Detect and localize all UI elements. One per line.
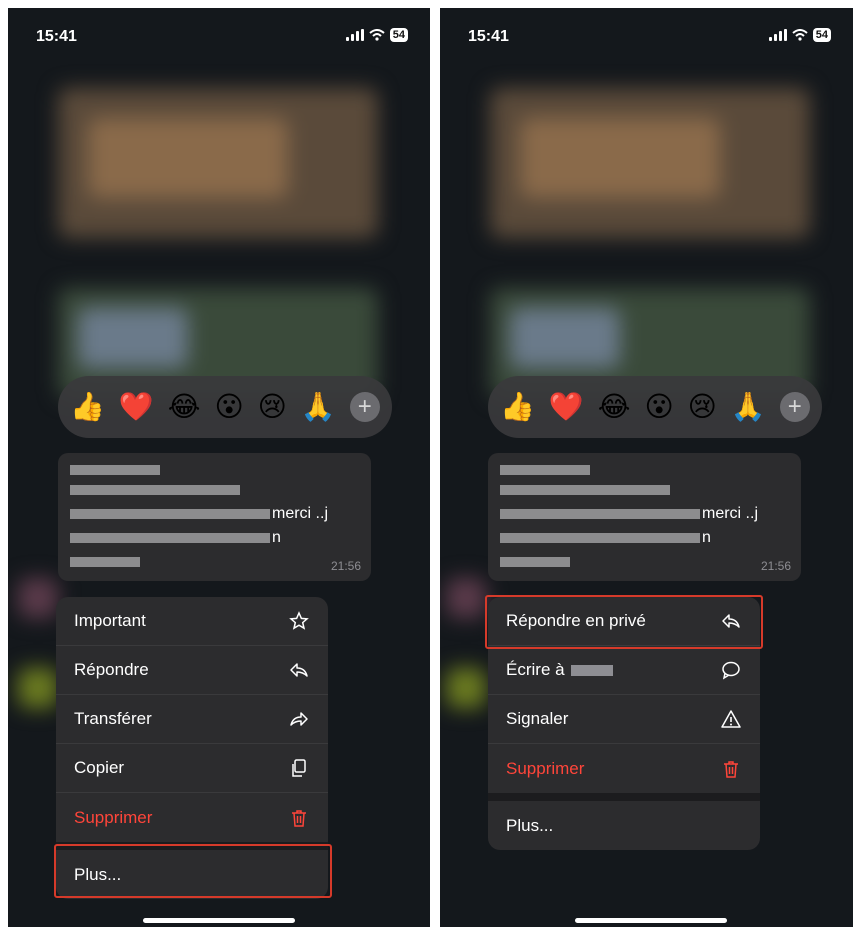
status-icons: 54 [345, 28, 408, 42]
more-reactions-button[interactable]: + [779, 392, 810, 422]
menu-item-reply[interactable]: Répondre [56, 646, 328, 695]
message-text-fragment: merci ..j [702, 505, 758, 522]
status-icons: 54 [768, 28, 831, 42]
signal-icon [345, 29, 364, 41]
trash-icon [720, 758, 742, 780]
menu-item-important[interactable]: Important [56, 597, 328, 646]
phone-screen-left: 15:41 54 👍 ❤️ 😂 😮 😢 🙏 + merci ..j n 21:5… [8, 8, 430, 927]
message-time: 21:56 [330, 559, 361, 573]
menu-item-label: Transférer [74, 709, 152, 728]
menu-item-label: Copier [74, 758, 125, 777]
reaction-thumbs-up[interactable]: 👍 [500, 393, 535, 421]
menu-item-report[interactable]: Signaler [488, 695, 760, 744]
reaction-bar: 👍 ❤️ 😂 😮 😢 🙏 + [488, 376, 822, 438]
menu-item-forward[interactable]: Transférer [56, 695, 328, 744]
home-indicator [143, 918, 295, 923]
reaction-pray[interactable]: 🙏 [731, 393, 766, 421]
message-bubble: merci ..j n 21:56 [58, 453, 371, 581]
menu-item-label: Supprimer [506, 758, 585, 778]
phone-screen-right: 15:41 54 👍 ❤️ 😂 😮 😢 🙏 + merci ..j n 21:5… [440, 8, 853, 927]
home-indicator [575, 918, 727, 923]
menu-item-write-to[interactable]: Écrire à [488, 646, 760, 695]
signal-icon [768, 29, 787, 41]
reply-icon [288, 659, 310, 681]
reaction-laugh[interactable]: 😂 [598, 393, 631, 421]
menu-item-delete[interactable]: Supprimer [56, 793, 328, 842]
reaction-bar: 👍 ❤️ 😂 😮 😢 🙏 + [58, 376, 392, 438]
reaction-sad[interactable]: 😢 [258, 393, 287, 421]
menu-item-copy[interactable]: Copier [56, 744, 328, 793]
menu-item-label: Signaler [506, 709, 569, 728]
reaction-heart[interactable]: ❤️ [549, 393, 584, 421]
more-reactions-button[interactable]: + [349, 392, 380, 422]
reaction-surprised[interactable]: 😮 [214, 393, 243, 421]
highlight-box-reply-private [485, 595, 763, 649]
menu-item-label: Écrire à [506, 660, 565, 679]
reaction-heart[interactable]: ❤️ [119, 393, 154, 421]
message-text-fragment-2: n [272, 529, 281, 546]
menu-separator [488, 793, 760, 801]
star-icon [288, 610, 310, 632]
reaction-thumbs-up[interactable]: 👍 [70, 393, 105, 421]
battery-icon: 54 [812, 28, 831, 42]
forward-icon [288, 708, 310, 730]
message-text-fragment: merci ..j [272, 505, 328, 522]
message-bubble: merci ..j n 21:56 [488, 453, 801, 581]
message-text-fragment-2: n [702, 529, 711, 546]
trash-icon [288, 807, 310, 829]
menu-item-label: Supprimer [74, 807, 153, 827]
reaction-surprised[interactable]: 😮 [644, 393, 673, 421]
menu-item-label: Plus... [506, 815, 554, 835]
wifi-icon [369, 29, 385, 41]
reaction-sad[interactable]: 😢 [688, 393, 717, 421]
menu-item-more[interactable]: Plus... [488, 801, 760, 850]
menu-item-delete[interactable]: Supprimer [488, 744, 760, 793]
message-time: 21:56 [760, 559, 791, 573]
highlight-box-more [54, 844, 332, 898]
blurred-contact-name [570, 665, 613, 677]
reaction-laugh[interactable]: 😂 [168, 393, 201, 421]
status-time: 15:41 [36, 28, 77, 45]
battery-icon: 54 [389, 28, 408, 42]
menu-item-label-wrap: Écrire à [506, 660, 613, 680]
menu-item-label: Important [74, 611, 146, 630]
reaction-pray[interactable]: 🙏 [301, 393, 336, 421]
warning-icon [720, 708, 742, 730]
wifi-icon [792, 29, 808, 41]
chat-bubble-icon [720, 659, 742, 681]
copy-icon [288, 757, 310, 779]
status-time: 15:41 [468, 28, 509, 45]
menu-item-label: Répondre [74, 660, 149, 679]
